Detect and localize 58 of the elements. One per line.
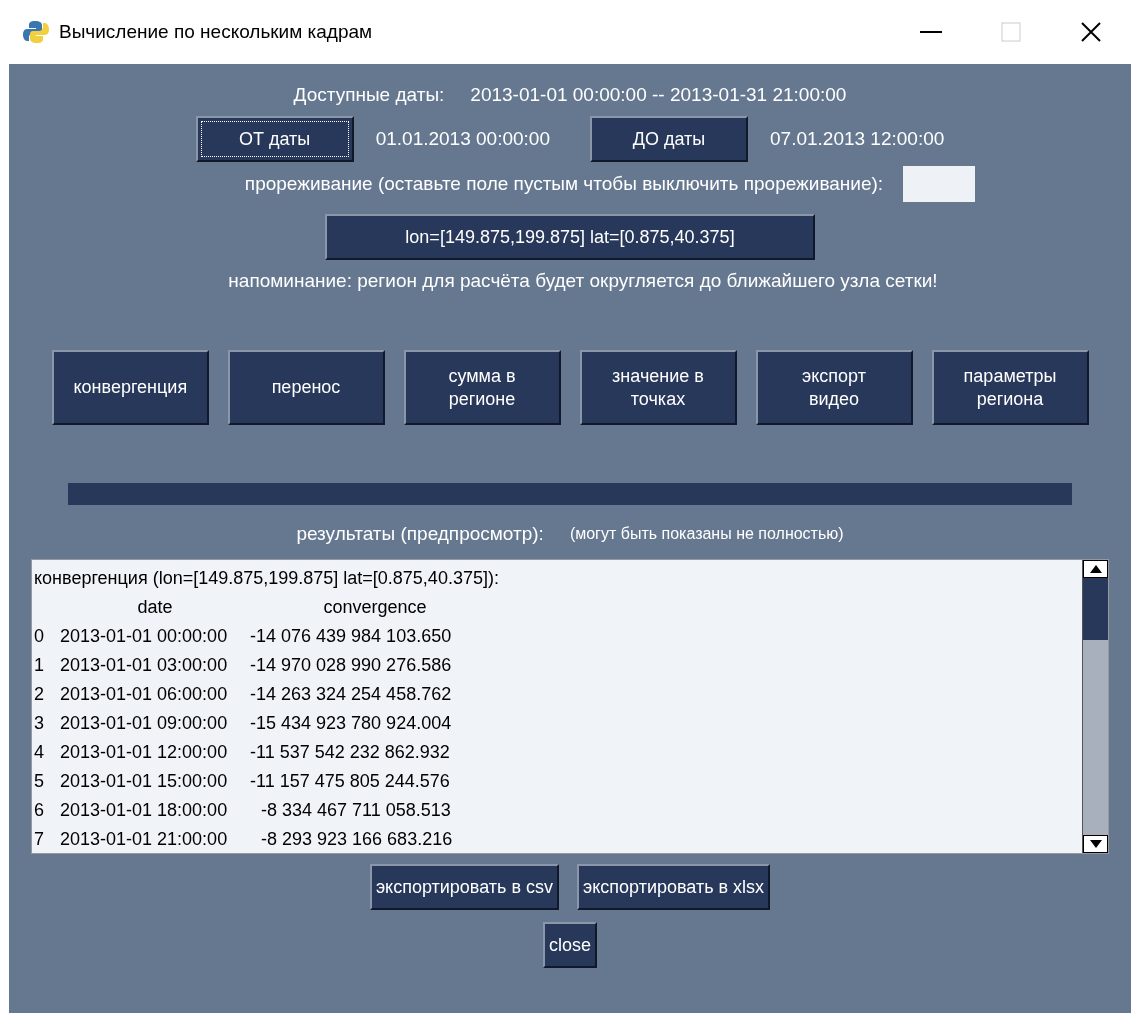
results-title: конвергенция (lon=[149.875,199.875] lat=[0.875,40.375]): (34, 567, 499, 590)
value-cell-text: -8 293 923 166 683.216 (260, 828, 454, 851)
value-cell-text: -15 434 923 780 924.004 (250, 712, 453, 735)
region-button[interactable]: lon=[149.875,199.875] lat=[0.875,40.375] (325, 214, 815, 260)
date-value: 01.01.2013 00:00:00 (375, 128, 550, 150)
value-cell-text: -8 334 467 711 058.513 (260, 799, 452, 822)
export-button[interactable]: экспортировать в xlsx (577, 864, 771, 910)
row-index: 6 (34, 799, 45, 822)
column-header: convergence (322, 596, 428, 619)
close-icon (1081, 22, 1101, 42)
row-index: 2 (34, 683, 45, 706)
row-index: 0 (34, 625, 45, 648)
scroll-thumb[interactable] (1083, 578, 1108, 640)
column-header: date (136, 596, 174, 619)
thinning-input[interactable] (903, 166, 976, 202)
thinning-label: прореживание (оставьте поле пустым чтобы выключить прореживание): (244, 173, 884, 195)
value-cell-text: -14 263 324 254 458.762 (250, 683, 453, 706)
close-dialog-button[interactable]: close (543, 922, 597, 968)
available-dates-label: Доступные даты: (293, 84, 445, 106)
date-cell-text: 2013-01-01 15:00:00 (60, 770, 229, 793)
row-index: 3 (34, 712, 45, 735)
reminder-text: напоминание: регион для расчёта будет округляется до ближайшего узла сетки! (228, 270, 938, 292)
date-cell-text: 2013-01-01 03:00:00 (60, 654, 229, 677)
row-index: 4 (34, 741, 45, 764)
row-index: 7 (34, 828, 45, 851)
value-cell-text: -14 970 028 990 276.586 (250, 654, 453, 677)
date-cell-text: 2013-01-01 06:00:00 (60, 683, 229, 706)
date-button[interactable]: ДО даты (590, 116, 748, 162)
date-value: 07.01.2013 12:00:00 (770, 128, 945, 150)
value-cell-text: -11 157 475 805 244.576 (250, 770, 451, 793)
date-cell-text: 2013-01-01 21:00:00 (60, 828, 229, 851)
action-button[interactable]: значение в точках (579, 350, 737, 425)
app-logo-icon (23, 19, 49, 45)
down-arrow-icon (1089, 840, 1102, 848)
date-cell-text: 2013-01-01 18:00:00 (60, 799, 229, 822)
scrollbar[interactable] (1082, 560, 1108, 853)
maximize-icon (1001, 22, 1021, 42)
date-button[interactable]: ОТ даты (195, 116, 354, 162)
action-button[interactable]: перенос (227, 350, 385, 425)
action-button[interactable]: параметры региона (931, 350, 1089, 425)
value-cell-text: -11 537 542 232 862.932 (250, 741, 451, 764)
minimize-icon (920, 30, 942, 34)
window-title: Вычисление по нескольким кадрам (59, 21, 374, 43)
action-button[interactable]: экспорт видео (755, 350, 913, 425)
date-cell-text: 2013-01-01 09:00:00 (60, 712, 229, 735)
row-index: 1 (34, 654, 45, 677)
action-button[interactable]: конвергенция (51, 350, 209, 425)
row-index: 5 (34, 770, 45, 793)
results-note: (могут быть показаны не полностью) (569, 525, 844, 543)
value-cell-text: -14 076 439 984 103.650 (250, 625, 453, 648)
export-button[interactable]: экспортировать в csv (369, 864, 559, 910)
up-arrow-icon (1089, 565, 1102, 573)
results-label: результаты (предпросмотр): (296, 523, 544, 545)
results-text-area[interactable] (31, 559, 1109, 854)
available-dates-value: 2013-01-01 00:00:00 -- 2013-01-31 21:00:00 (470, 84, 847, 106)
action-button[interactable]: сумма в регионе (403, 350, 561, 425)
date-cell-text: 2013-01-01 12:00:00 (60, 741, 229, 764)
date-cell-text: 2013-01-01 00:00:00 (60, 625, 229, 648)
